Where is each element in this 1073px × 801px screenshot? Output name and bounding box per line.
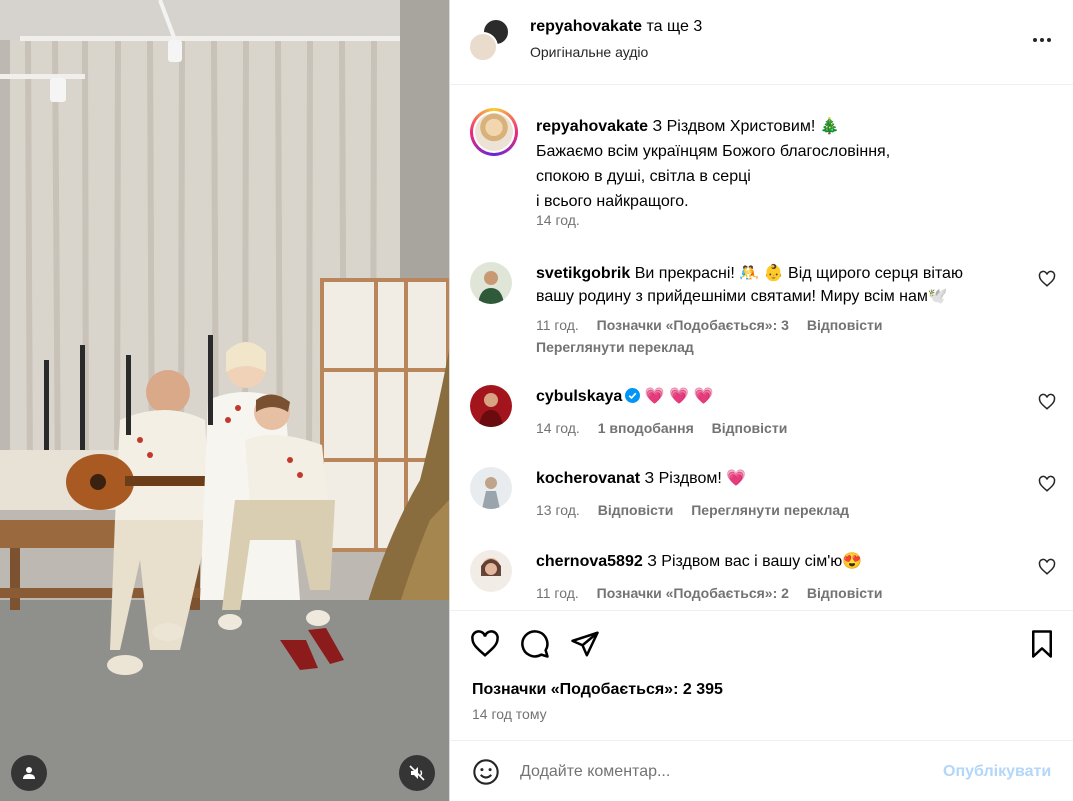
post-sidebar: repyahovakate та ще 3 Оригінальне аудіо … [449,0,1073,801]
post-header: repyahovakate та ще 3 Оригінальне аудіо [450,0,1073,85]
post-dialog: repyahovakate та ще 3 Оригінальне аудіо … [0,0,1073,801]
speaker-muted-icon [409,765,425,781]
post-media[interactable] [0,0,449,801]
story-ring-avatar[interactable] [470,108,518,156]
comment-username-link[interactable]: kocherovanat [536,470,640,487]
author-username-link[interactable]: repyahovakate [530,18,642,35]
comment-composer: Опублікувати [450,740,1073,801]
reply-button[interactable]: Відповісти [598,502,674,518]
heart-icon[interactable] [1038,475,1056,493]
comment-body: вашу родину з прийдешніми святами! Миру … [536,288,948,305]
share-paper-plane-icon[interactable] [570,629,600,659]
reply-button[interactable]: Відповісти [807,585,883,601]
comment-text: cybulskaya 💗 💗 💗 [536,385,1006,408]
comment-likes-link[interactable]: 1 вподобання [598,420,694,436]
caption-line: З Різдвом Христовим! 🎄 [652,118,840,135]
more-horizontal-icon[interactable] [1030,28,1054,52]
comment-body: З Різдвом вас і вашу сім'ю😍 [647,553,863,570]
post-timestamp[interactable]: 14 год тому [472,706,547,722]
reply-button[interactable]: Відповісти [807,317,883,333]
comment-text: chernova5892 З Різдвом вас і вашу сім'ю😍 [536,550,1006,573]
comment-text: svetikgobrik Ви прекрасні! 🤼 👶 Від щирог… [536,262,1006,308]
comment-body: Ви прекрасні! 🤼 👶 Від щирого серця вітаю [634,265,963,282]
user-icon [23,767,35,779]
collab-avatars[interactable] [468,18,512,62]
likes-count-link[interactable]: Позначки «Подобається»: 2 395 [472,681,723,699]
avatar[interactable] [470,467,512,509]
comment-username-link[interactable]: svetikgobrik [536,265,630,282]
avatar[interactable] [470,262,512,304]
comment-meta: 14 год. 1 вподобання Відповісти [536,420,801,436]
emoji-smiley-icon[interactable] [472,758,500,786]
comment-username-link[interactable]: cybulskaya [536,388,622,405]
caption-line: Бажаємо всім українцям Божого благослові… [536,143,891,160]
heart-icon[interactable] [1038,558,1056,576]
caption-text: repyahovakate З Різдвом Христовим! 🎄 Баж… [536,114,1056,214]
comment-time: 11 год. [536,585,579,601]
like-heart-icon[interactable] [470,629,500,659]
avatar [475,113,513,151]
comment-meta: 11 год. Позначки «Подобається»: 2 Відпов… [536,585,896,601]
heart-icon[interactable] [1038,393,1056,411]
comment-time: 14 год. [536,420,580,436]
comment-body: 💗 💗 💗 [644,388,714,405]
reply-button[interactable]: Відповісти [712,420,788,436]
comment-likes-link[interactable]: Позначки «Подобається»: 3 [597,317,789,333]
comment-text: kocherovanat З Різдвом! 💗 [536,467,1006,490]
bookmark-icon[interactable] [1027,629,1057,659]
comment-time: 13 год. [536,502,580,518]
coauthors-link[interactable]: та ще 3 [647,18,703,35]
publish-button[interactable]: Опублікувати [943,763,1051,781]
caption-line: і всього найкращого. [536,193,689,210]
post-photo [0,0,449,801]
comment-username-link[interactable]: chernova5892 [536,553,643,570]
comment-meta: 11 год. Позначки «Подобається»: 3 Відпов… [536,317,896,333]
comment-input[interactable] [520,759,920,785]
caption-time: 14 год. [536,212,580,228]
verified-badge-icon [625,388,641,403]
see-translation-link[interactable]: Переглянути переклад [536,339,694,355]
post-authors: repyahovakate та ще 3 [530,18,702,36]
comment-time: 11 год. [536,317,579,333]
tagged-users-button[interactable] [11,755,47,791]
caption-username-link[interactable]: repyahovakate [536,118,648,135]
comment-bubble-icon[interactable] [520,629,550,659]
avatar[interactable] [470,385,512,427]
audio-link[interactable]: Оригінальне аудіо [530,44,648,60]
avatar [468,32,498,62]
see-translation-link[interactable]: Переглянути переклад [691,502,849,518]
heart-icon[interactable] [1038,270,1056,288]
comment-meta: 13 год. Відповісти Переглянути переклад [536,502,863,518]
comment-likes-link[interactable]: Позначки «Подобається»: 2 [597,585,789,601]
post-actions: Позначки «Подобається»: 2 395 14 год том… [450,610,1073,740]
comment-body: З Різдвом! 💗 [644,470,747,487]
mute-button[interactable] [399,755,435,791]
avatar[interactable] [470,550,512,592]
caption-line: спокою в душі, світла в серці [536,168,751,185]
